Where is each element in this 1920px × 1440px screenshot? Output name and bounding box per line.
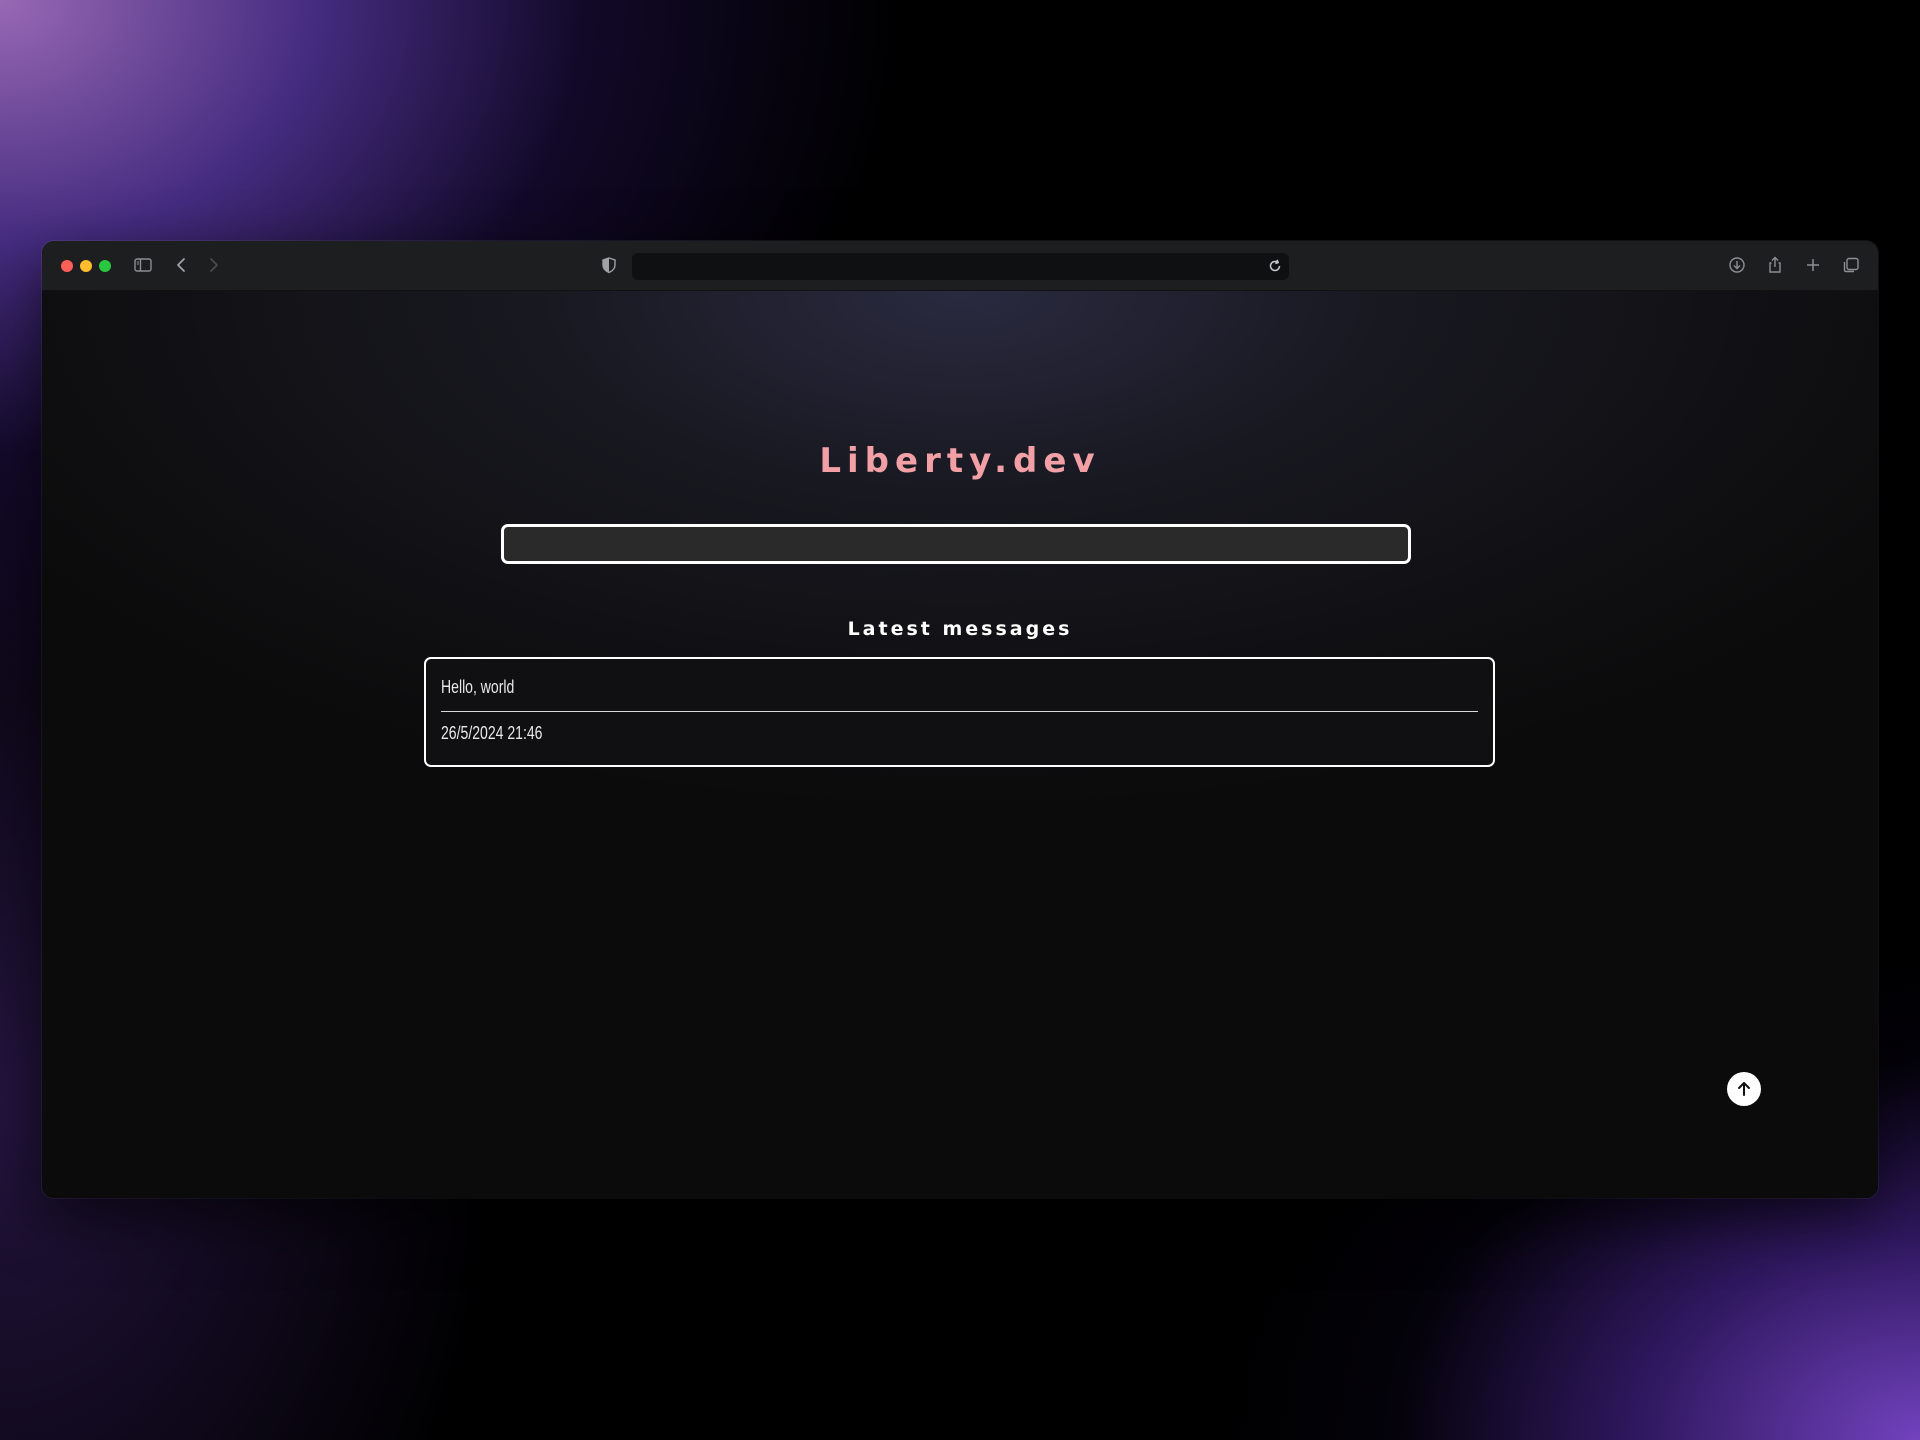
message-input[interactable] (501, 524, 1411, 564)
share-icon[interactable] (1764, 254, 1786, 276)
plus-icon[interactable] (1802, 254, 1824, 276)
chevron-left-icon[interactable] (171, 254, 193, 276)
address-bar[interactable] (632, 253, 1289, 280)
site-title: Liberty.dev (819, 441, 1101, 481)
browser-toolbar (42, 241, 1878, 291)
download-icon[interactable] (1726, 254, 1748, 276)
chevron-right-icon[interactable] (202, 254, 224, 276)
zoom-window-button[interactable] (99, 260, 111, 272)
arrow-up-icon (1738, 1082, 1750, 1096)
browser-window: Liberty.dev Latest messages Hello, world… (42, 241, 1878, 1198)
close-window-button[interactable] (61, 260, 73, 272)
reload-icon[interactable] (1265, 256, 1285, 276)
sidebar-icon[interactable] (132, 254, 154, 276)
tabs-overview-icon[interactable] (1840, 254, 1862, 276)
message-text: Hello, world (441, 677, 515, 697)
page-content: Liberty.dev Latest messages Hello, world… (42, 291, 1878, 1198)
shield-icon[interactable] (598, 254, 620, 276)
latest-messages-heading: Latest messages (847, 618, 1073, 640)
scroll-to-top-button[interactable] (1727, 1072, 1761, 1106)
message-card: Hello, world 26/5/2024 21:46 (424, 657, 1495, 767)
message-divider (441, 711, 1478, 712)
minimize-window-button[interactable] (80, 260, 92, 272)
message-timestamp: 26/5/2024 21:46 (441, 723, 543, 743)
